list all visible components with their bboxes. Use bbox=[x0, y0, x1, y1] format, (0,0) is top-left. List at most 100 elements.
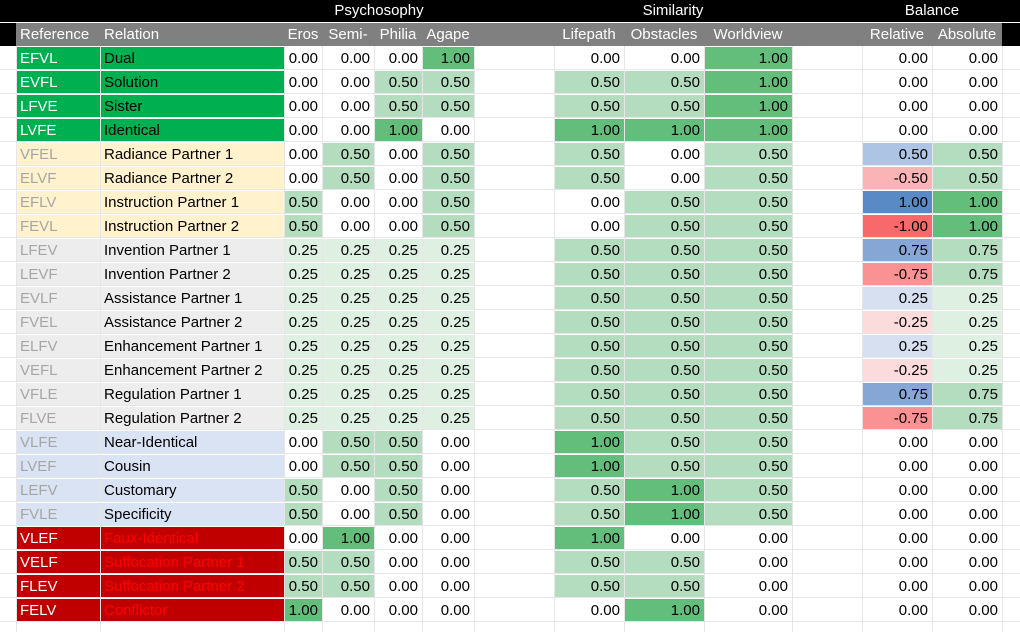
cell-eros[interactable]: 0.50 bbox=[284, 215, 322, 238]
cell-eros[interactable]: 0.25 bbox=[284, 311, 322, 334]
cell-relative[interactable]: 0.00 bbox=[862, 71, 932, 94]
cell-relation[interactable]: Conflictor bbox=[100, 599, 284, 622]
cell-semi[interactable]: 0.00 bbox=[322, 71, 374, 94]
cell-obstacles[interactable]: 0.50 bbox=[624, 383, 704, 406]
cell-semi[interactable]: 0.00 bbox=[322, 191, 374, 214]
cell-worldview[interactable]: 0.00 bbox=[704, 527, 792, 550]
cell-eros[interactable]: 0.00 bbox=[284, 143, 322, 166]
cell-semi[interactable]: 0.00 bbox=[322, 119, 374, 142]
cell-philia[interactable]: 0.50 bbox=[374, 455, 422, 478]
cell-reference[interactable]: VELF bbox=[16, 551, 100, 574]
cell-philia[interactable]: 0.00 bbox=[374, 167, 422, 190]
cell-agape[interactable]: 0.25 bbox=[422, 383, 474, 406]
cell-semi[interactable]: 0.25 bbox=[322, 239, 374, 262]
empty-cell[interactable] bbox=[792, 335, 862, 358]
empty-cell[interactable] bbox=[0, 431, 16, 454]
cell-absolute[interactable]: 0.75 bbox=[932, 383, 1002, 406]
cell-worldview[interactable]: 0.50 bbox=[704, 191, 792, 214]
cell-lifepath[interactable]: 0.50 bbox=[554, 143, 624, 166]
empty-cell[interactable] bbox=[0, 455, 16, 478]
cell-relation[interactable]: Radiance Partner 2 bbox=[100, 167, 284, 190]
cell-agape[interactable]: 0.00 bbox=[422, 503, 474, 526]
empty-cell[interactable] bbox=[474, 47, 554, 70]
cell-relation[interactable]: Enhancement Partner 2 bbox=[100, 359, 284, 382]
cell-agape[interactable]: 0.00 bbox=[422, 599, 474, 622]
col-header-worldview[interactable]: Worldview bbox=[704, 23, 792, 46]
cell-obstacles[interactable]: 0.50 bbox=[624, 263, 704, 286]
empty-cell[interactable] bbox=[1002, 503, 1020, 526]
cell-eros[interactable]: 0.50 bbox=[284, 575, 322, 598]
empty-cell[interactable] bbox=[474, 239, 554, 262]
cell-eros[interactable]: 0.25 bbox=[284, 287, 322, 310]
cell-worldview[interactable]: 0.50 bbox=[704, 167, 792, 190]
empty-cell[interactable] bbox=[1002, 143, 1020, 166]
empty-cell[interactable] bbox=[0, 167, 16, 190]
cell-philia[interactable]: 0.00 bbox=[374, 143, 422, 166]
cell-agape[interactable]: 0.25 bbox=[422, 359, 474, 382]
cell-relation[interactable]: Enhancement Partner 1 bbox=[100, 335, 284, 358]
cell-absolute[interactable]: 0.00 bbox=[932, 95, 1002, 118]
empty-cell[interactable] bbox=[1002, 575, 1020, 598]
cell-philia[interactable]: 0.00 bbox=[374, 191, 422, 214]
cell-philia[interactable]: 0.50 bbox=[374, 71, 422, 94]
cell-relation[interactable]: Faux-Identical bbox=[100, 527, 284, 550]
cell-eros[interactable]: 0.50 bbox=[284, 503, 322, 526]
cell-relative[interactable]: -0.25 bbox=[862, 359, 932, 382]
cell-lifepath[interactable]: 0.50 bbox=[554, 95, 624, 118]
cell-eros[interactable]: 0.50 bbox=[284, 479, 322, 502]
cell-agape[interactable]: 0.00 bbox=[422, 455, 474, 478]
cell-relative[interactable]: 0.75 bbox=[862, 239, 932, 262]
cell-eros[interactable]: 0.25 bbox=[284, 359, 322, 382]
col-header-eros[interactable]: Eros bbox=[284, 23, 322, 46]
empty-cell[interactable] bbox=[0, 527, 16, 550]
cell-relative[interactable]: 0.25 bbox=[862, 335, 932, 358]
cell-absolute[interactable]: 0.00 bbox=[932, 455, 1002, 478]
empty-cell[interactable] bbox=[792, 575, 862, 598]
cell-agape[interactable]: 0.50 bbox=[422, 215, 474, 238]
empty-cell[interactable] bbox=[0, 71, 16, 94]
cell-eros[interactable]: 0.25 bbox=[284, 335, 322, 358]
cell-obstacles[interactable]: 0.50 bbox=[624, 191, 704, 214]
cell-lifepath[interactable]: 1.00 bbox=[554, 527, 624, 550]
cell-lifepath[interactable]: 0.00 bbox=[554, 599, 624, 622]
cell-relation[interactable]: Instruction Partner 2 bbox=[100, 215, 284, 238]
cell-absolute[interactable]: 0.00 bbox=[932, 551, 1002, 574]
empty-cell[interactable] bbox=[0, 503, 16, 526]
cell-relation[interactable]: Near-Identical bbox=[100, 431, 284, 454]
cell-relative[interactable]: 0.00 bbox=[862, 503, 932, 526]
cell-reference[interactable]: FELV bbox=[16, 599, 100, 622]
cell-absolute[interactable]: 0.25 bbox=[932, 311, 1002, 334]
empty-cell[interactable] bbox=[474, 479, 554, 502]
col-header-reference[interactable]: Reference bbox=[16, 23, 100, 46]
cell-obstacles[interactable]: 0.50 bbox=[624, 551, 704, 574]
cell-agape[interactable]: 0.50 bbox=[422, 95, 474, 118]
cell-worldview[interactable]: 1.00 bbox=[704, 47, 792, 70]
cell-agape[interactable]: 0.25 bbox=[422, 263, 474, 286]
empty-cell[interactable] bbox=[0, 383, 16, 406]
empty-cell[interactable] bbox=[474, 335, 554, 358]
col-header-semi[interactable]: Semi- bbox=[322, 23, 374, 46]
cell-obstacles[interactable]: 0.50 bbox=[624, 71, 704, 94]
empty-cell[interactable] bbox=[792, 431, 862, 454]
cell-relative[interactable]: -1.00 bbox=[862, 215, 932, 238]
cell-agape[interactable]: 0.25 bbox=[422, 311, 474, 334]
cell-relative[interactable]: -0.75 bbox=[862, 407, 932, 430]
cell-relation[interactable]: Dual bbox=[100, 47, 284, 70]
cell-semi[interactable]: 0.00 bbox=[322, 599, 374, 622]
cell-semi[interactable]: 0.50 bbox=[322, 551, 374, 574]
empty-cell[interactable] bbox=[474, 383, 554, 406]
cell-relation[interactable]: Invention Partner 2 bbox=[100, 263, 284, 286]
cell-reference[interactable]: LEFV bbox=[16, 479, 100, 502]
empty-cell[interactable] bbox=[0, 47, 16, 70]
cell-lifepath[interactable]: 0.50 bbox=[554, 71, 624, 94]
cell-semi[interactable]: 0.50 bbox=[322, 167, 374, 190]
cell-worldview[interactable]: 1.00 bbox=[704, 119, 792, 142]
empty-cell[interactable] bbox=[792, 599, 862, 622]
empty-cell[interactable] bbox=[474, 263, 554, 286]
empty-cell[interactable] bbox=[1002, 47, 1020, 70]
cell-eros[interactable]: 0.25 bbox=[284, 383, 322, 406]
cell-philia[interactable]: 0.50 bbox=[374, 479, 422, 502]
cell-eros[interactable]: 0.25 bbox=[284, 263, 322, 286]
empty-cell[interactable] bbox=[792, 215, 862, 238]
cell-reference[interactable]: LFVE bbox=[16, 95, 100, 118]
